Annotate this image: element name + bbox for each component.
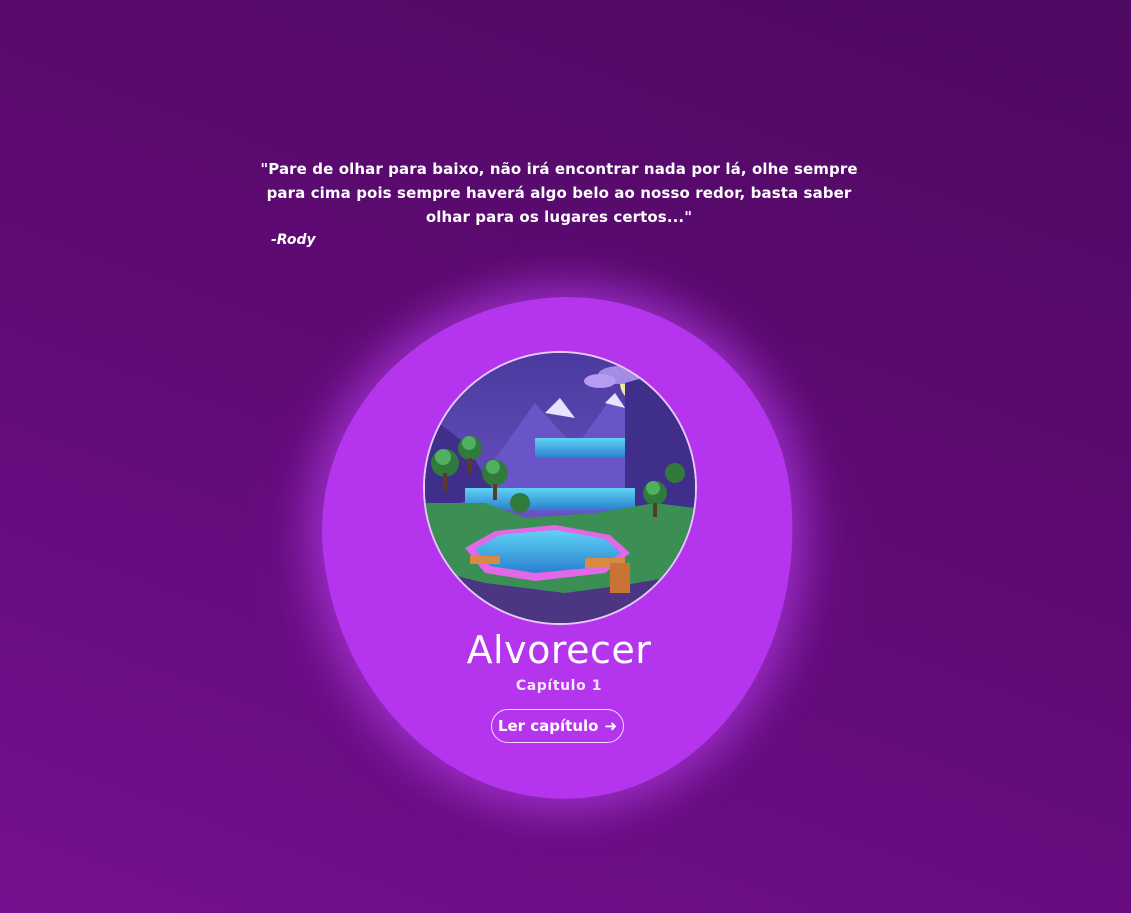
chapter-label: Capítulo 1 xyxy=(515,678,603,694)
landscape-illustration xyxy=(425,353,695,623)
chapter-cover-image xyxy=(423,351,697,625)
story-title: Alvorecer xyxy=(466,628,652,672)
arrow-right-icon: ➜ xyxy=(604,717,618,735)
read-chapter-label: Ler capítulo xyxy=(497,717,599,735)
quote-text: "Pare de olhar para baixo, não irá encon… xyxy=(260,160,858,226)
read-chapter-button[interactable]: Ler capítulo ➜ xyxy=(491,709,624,743)
quote-author: -Rody xyxy=(271,232,316,248)
